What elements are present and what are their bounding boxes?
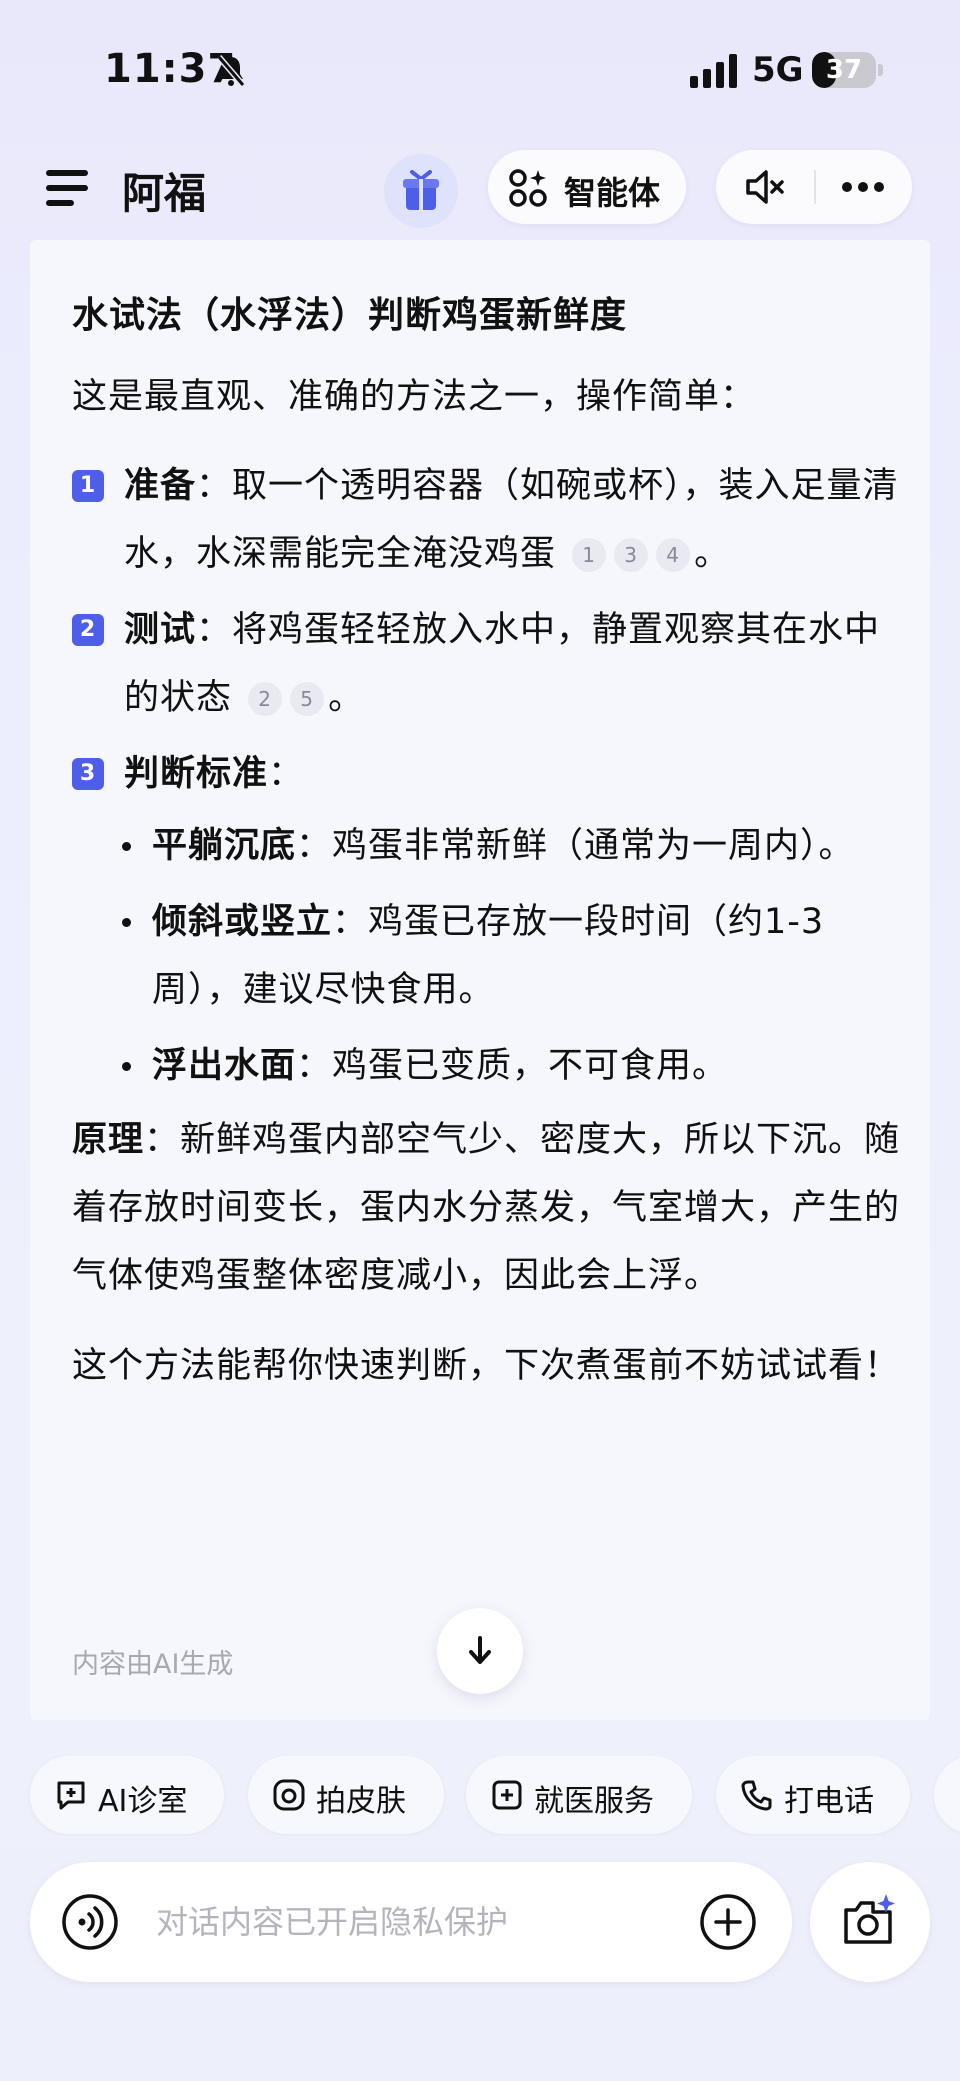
step-number: 2 xyxy=(72,614,104,646)
camera-button[interactable] xyxy=(810,1862,930,1982)
agent-name: 阿福 xyxy=(122,169,207,218)
menu-icon[interactable] xyxy=(46,170,88,206)
scroll-down-button[interactable] xyxy=(437,1608,523,1694)
quick-actions: AI诊室 拍皮肤 就医服务 打电话 xyxy=(0,1756,960,1836)
criteria-label: 浮出水面 xyxy=(152,1046,297,1086)
add-icon[interactable] xyxy=(698,1892,758,1952)
citation-badge[interactable]: 2 xyxy=(248,682,283,716)
message-title: 水试法（水浮法）判断鸡蛋新鲜度 xyxy=(72,295,628,336)
chip-medical-service[interactable]: 就医服务 xyxy=(466,1756,692,1834)
chip-skin-photo[interactable]: 拍皮肤 xyxy=(248,1756,444,1834)
voice-icon[interactable] xyxy=(60,1892,120,1952)
chip-label: 打电话 xyxy=(784,1784,874,1819)
gift-icon xyxy=(403,170,439,210)
agent-button[interactable]: 智能体 xyxy=(488,150,686,224)
battery-level: 37 xyxy=(825,55,863,85)
arrow-down-icon xyxy=(469,1636,491,1664)
criteria-label: 倾斜或竖立 xyxy=(152,902,333,942)
sound-muted-icon[interactable] xyxy=(744,168,788,206)
agents-icon xyxy=(509,169,547,207)
step-number: 3 xyxy=(72,758,104,790)
criteria-label: 平躺沉底 xyxy=(152,826,297,866)
step-text: ：取一个透明容器（如碗或杯），装入足量清水，水深需能完全淹没鸡蛋 xyxy=(124,466,899,574)
principle-label: 原理 xyxy=(72,1120,145,1160)
chip-label: 就医服务 xyxy=(534,1784,654,1819)
list-item: 平躺沉底：鸡蛋非常新鲜（通常为一周内）。 xyxy=(122,812,902,880)
step-text: ：将鸡蛋轻轻放入水中，静置观察其在水中的状态 xyxy=(124,610,881,718)
battery-nub xyxy=(878,64,883,76)
network-type: 5G xyxy=(752,50,804,90)
more-icon[interactable] xyxy=(840,180,886,194)
list-item: 倾斜或竖立：鸡蛋已存放一段时间（约1-3周），建议尽快食用。 xyxy=(122,888,902,1024)
citation-badge[interactable]: 3 xyxy=(614,538,649,572)
gift-button[interactable] xyxy=(384,154,458,228)
phone-icon xyxy=(741,1780,772,1811)
step-label: 测试 xyxy=(124,610,197,650)
header-controls xyxy=(716,150,912,224)
message-input-bar xyxy=(30,1862,792,1982)
step-text: ： xyxy=(268,754,305,794)
divider xyxy=(814,170,816,204)
chat-header: 阿福 智能体 xyxy=(0,140,960,240)
ai-generated-note: 内容由AI生成 xyxy=(72,1649,234,1680)
closing-paragraph: 这个方法能帮你快速判断，下次煮蛋前不妨试试看！ xyxy=(72,1346,901,1386)
steps-list: 1 准备：取一个透明容器（如碗或杯），装入足量清水，水深需能完全淹没鸡蛋 134… xyxy=(72,452,902,1400)
chat-plus-icon xyxy=(57,1781,85,1810)
principle-text: ：新鲜鸡蛋内部空气少、密度大，所以下沉。随着存放时间变长，蛋内水分蒸发，气室增大… xyxy=(72,1120,901,1296)
step-end: 。 xyxy=(328,678,365,718)
step-number: 1 xyxy=(72,470,104,502)
camera-sparkle-icon xyxy=(844,1894,895,1944)
status-bar: 11:37 5G 37 xyxy=(0,0,960,140)
citation-badge[interactable]: 1 xyxy=(572,538,607,572)
battery-icon: 37 xyxy=(812,52,876,88)
chip-more[interactable] xyxy=(934,1756,960,1834)
criteria-list: 平躺沉底：鸡蛋非常新鲜（通常为一周内）。 倾斜或竖立：鸡蛋已存放一段时间（约1-… xyxy=(72,812,902,1100)
step-label: 判断标准 xyxy=(124,754,269,794)
message-input[interactable] xyxy=(156,1892,696,1952)
signal-icon xyxy=(690,54,737,88)
chip-phone-call[interactable]: 打电话 xyxy=(716,1756,910,1834)
list-item: 浮出水面：鸡蛋已变质，不可食用。 xyxy=(122,1032,902,1100)
step-end: 。 xyxy=(694,534,731,574)
assistant-message: 水试法（水浮法）判断鸡蛋新鲜度 这是最直观、准确的方法之一，操作简单： 1 准备… xyxy=(30,240,930,1720)
citation-badge[interactable]: 5 xyxy=(290,682,325,716)
step-item: 3 判断标准： xyxy=(72,740,902,808)
step-item: 2 测试：将鸡蛋轻轻放入水中，静置观察其在水中的状态 2 5。 xyxy=(72,596,902,732)
citation-badge[interactable]: 4 xyxy=(656,538,691,572)
chip-label: AI诊室 xyxy=(98,1784,188,1819)
step-label: 准备 xyxy=(124,466,197,506)
criteria-text: ：鸡蛋已变质，不可食用。 xyxy=(296,1046,729,1086)
hospital-icon xyxy=(492,1780,522,1810)
chip-ai-clinic[interactable]: AI诊室 xyxy=(30,1756,224,1834)
chip-label: 拍皮肤 xyxy=(316,1784,406,1819)
criteria-text: ：鸡蛋非常新鲜（通常为一周内）。 xyxy=(296,826,855,866)
bell-muted-icon xyxy=(216,55,246,87)
step-item: 1 准备：取一个透明容器（如碗或杯），装入足量清水，水深需能完全淹没鸡蛋 134… xyxy=(72,452,902,588)
camera-icon xyxy=(273,1779,305,1811)
agent-button-label: 智能体 xyxy=(564,174,661,212)
principle-paragraph: 原理：新鲜鸡蛋内部空气少、密度大，所以下沉。随着存放时间变长，蛋内水分蒸发，气室… xyxy=(72,1106,902,1310)
message-intro: 这是最直观、准确的方法之一，操作简单： xyxy=(72,377,757,417)
